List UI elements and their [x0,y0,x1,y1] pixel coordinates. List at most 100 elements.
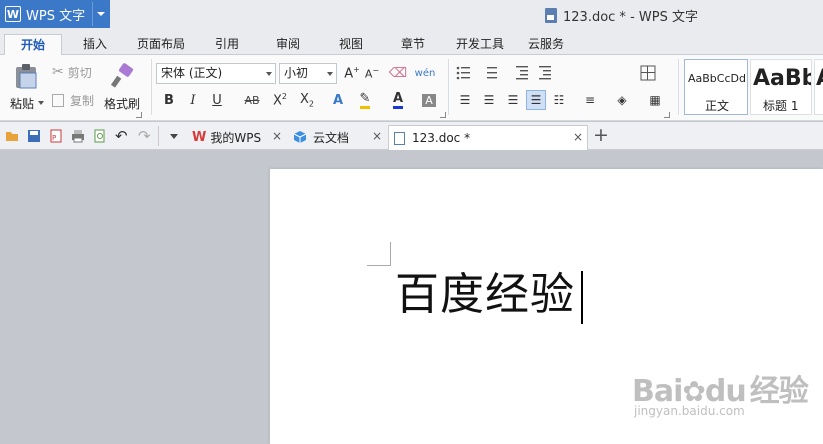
style-normal[interactable]: AaBbCcDd 正文 [684,59,748,115]
align-center-icon: ☰ [483,93,495,107]
highlighter-icon: ✎ [359,91,371,109]
text-effects-button[interactable]: A [328,90,348,110]
distributed-button[interactable]: ☷ [549,90,569,110]
app-menu-button[interactable]: W WPS 文字 [0,0,110,28]
chevron-down-icon[interactable] [38,101,44,105]
dialog-launcher-icon[interactable] [440,112,446,118]
copy-label: 复制 [70,93,95,108]
app-name: WPS 文字 [26,8,86,24]
tab-cloud-services[interactable]: 云服务 [522,34,570,55]
copy-icon [52,93,64,107]
paragraph-shading-button[interactable]: ◈ [612,90,632,110]
bold-icon: B [164,92,174,108]
align-right-button[interactable]: ☰ [503,90,523,110]
bold-button[interactable]: B [159,90,179,110]
paste-icon [16,64,37,89]
divider [678,59,679,115]
tab-label: 我的WPS [210,130,262,145]
tab-my-wps[interactable]: W 我的WPS × [188,125,288,149]
underline-icon: U [212,92,222,108]
paragraph-list-icons [456,65,656,81]
baidu-jingyan-watermark: Bai✿du 经验 jingyan.baidu.com [632,366,809,418]
character-shading-button[interactable]: A [419,90,439,110]
tab-cloud-docs[interactable]: 云文档 × [290,125,386,149]
cut-label: 剪切 [67,65,92,80]
font-color-button[interactable]: A [388,90,408,110]
watermark-url: jingyan.baidu.com [634,404,745,418]
tab-review[interactable]: 审阅 [267,34,309,55]
chevron-down-icon[interactable] [97,12,105,16]
highlight-button[interactable]: ✎ [355,90,375,110]
font-color-icon: A [392,91,404,109]
format-painter-button[interactable]: 格式刷 [104,61,144,117]
style-heading-2[interactable]: A [814,59,823,115]
underline-button[interactable]: U [207,90,227,110]
style-preview: A [816,66,823,91]
chevron-down-icon [327,72,333,76]
save-icon[interactable] [27,129,41,143]
document-text[interactable]: 百度经验 [395,268,575,322]
menu-tabs: 开始 插入 页面布局 引用 审阅 视图 章节 开发工具 云服务 [0,30,823,56]
italic-icon: I [190,92,196,108]
line-spacing-icon: ≡ [584,93,596,107]
tab-page-layout[interactable]: 页面布局 [130,34,192,55]
close-icon[interactable]: × [573,130,583,144]
open-folder-icon[interactable] [5,129,19,143]
close-icon[interactable]: × [372,129,382,143]
font-size-select[interactable]: 小初 [279,63,337,84]
style-preview: AaBb [753,66,812,91]
subscript-button[interactable]: X2 [297,90,317,110]
paste-button[interactable]: 粘贴 [8,61,44,117]
superscript-button[interactable]: X2 [270,90,290,110]
print-preview-icon[interactable] [93,129,107,143]
justify-button[interactable]: ☰ [526,90,546,110]
undo-icon[interactable]: ↶ [115,127,128,145]
shrink-font-button[interactable]: A− [362,63,382,83]
superscript-icon: X2 [273,91,287,109]
grow-font-button[interactable]: A+ [342,63,362,83]
line-spacing-button[interactable]: ≡ [580,90,600,110]
window-title-text: 123.doc * - WPS 文字 [563,10,698,25]
chevron-down-icon [266,72,272,76]
wps-logo-icon: W [192,129,207,145]
copy-button[interactable]: 复制 [52,90,94,110]
strikethrough-button[interactable]: AB [239,90,265,110]
strikethrough-icon: AB [244,93,260,107]
chevron-down-icon[interactable] [170,134,178,139]
phonetic-guide-button[interactable]: wén [412,63,438,83]
new-tab-plus-icon[interactable]: + [593,124,609,146]
borders-button[interactable]: ▦ [645,90,665,110]
style-heading-1[interactable]: AaBb 标题 1 [750,59,812,115]
dialog-launcher-icon[interactable] [664,112,670,118]
export-pdf-icon[interactable]: P [49,129,63,143]
clear-format-button[interactable]: ⌫ [388,63,408,83]
align-left-icon: ☰ [459,93,471,107]
margin-corner-mark [367,242,391,266]
italic-button[interactable]: I [183,90,203,110]
close-icon[interactable]: × [272,129,282,143]
tab-insert[interactable]: 插入 [72,34,118,55]
divider [92,2,93,26]
tab-view[interactable]: 视图 [330,34,372,55]
dialog-launcher-icon[interactable] [136,112,142,118]
tab-developer[interactable]: 开发工具 [450,34,510,55]
cloud-cube-icon [293,131,307,143]
svg-text:P: P [52,134,56,142]
paste-label: 粘贴 [10,97,35,111]
brush-icon [110,63,133,88]
print-icon[interactable] [71,129,85,143]
shading-icon: A [422,93,436,107]
grow-font-icon: A+ [344,64,360,82]
tab-sections[interactable]: 章节 [392,34,434,55]
tab-references[interactable]: 引用 [206,34,248,55]
redo-icon[interactable]: ↷ [138,127,151,145]
align-left-button[interactable]: ☰ [455,90,475,110]
tab-home[interactable]: 开始 [4,34,62,56]
align-right-icon: ☰ [507,93,519,107]
window-title: 123.doc * - WPS 文字 [545,6,698,25]
font-name-select[interactable]: 宋体 (正文) [156,63,276,84]
tab-label: 123.doc * [412,131,471,145]
tab-document-active[interactable]: 123.doc * × [388,125,588,150]
align-center-button[interactable]: ☰ [479,90,499,110]
cut-button[interactable]: ✂ 剪切 [52,62,92,82]
